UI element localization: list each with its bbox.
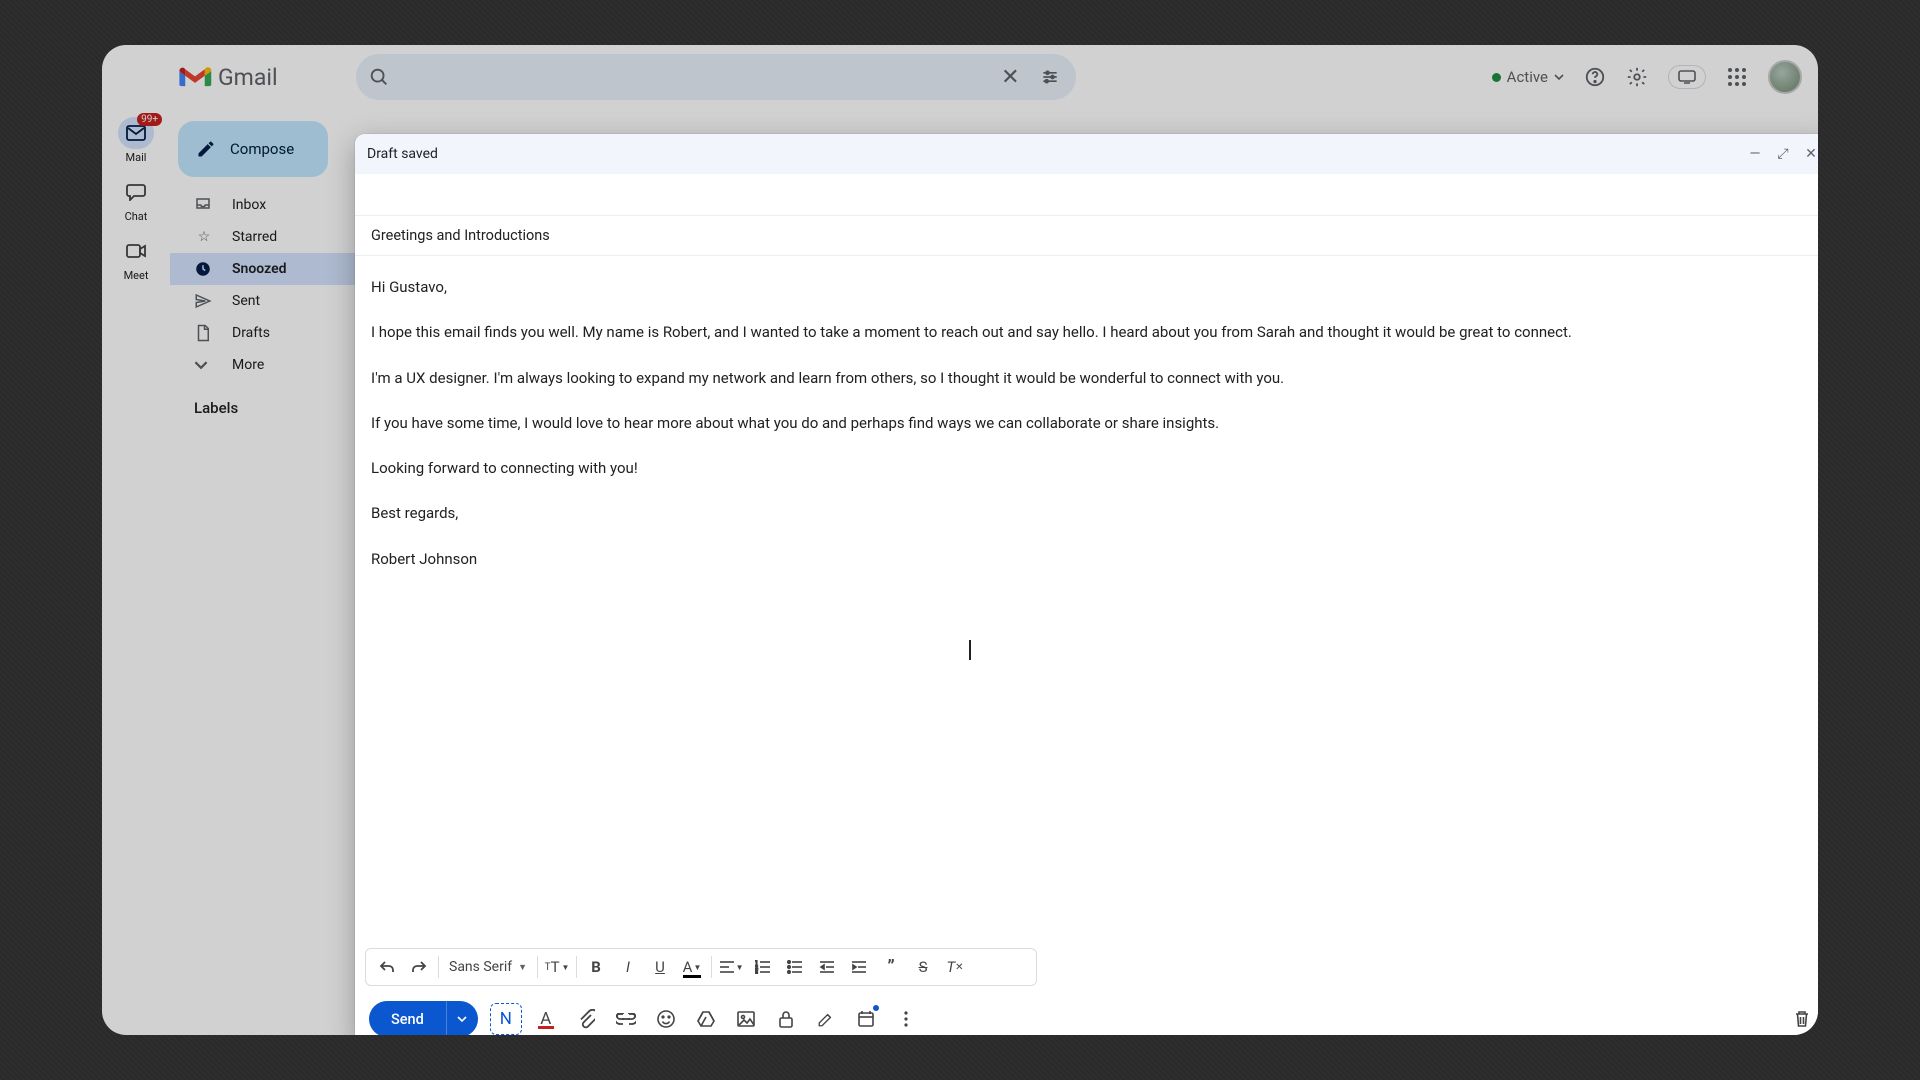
formatting-toolbar: Sans Serif▼ TT▼ B I U A▼ ▼ 123 ” S T✕ [365, 948, 1037, 986]
fullscreen-icon[interactable]: ⤢ [1774, 146, 1792, 162]
text-format-button[interactable]: A [530, 1003, 562, 1035]
text-color-button[interactable]: A▼ [677, 952, 707, 982]
star-icon: ☆ [194, 229, 214, 245]
numbered-list-button[interactable]: 123 [748, 952, 778, 982]
status-chip[interactable]: Active [1492, 68, 1564, 86]
bold-button[interactable]: B [581, 952, 611, 982]
discard-draft-button[interactable] [1786, 1003, 1818, 1035]
compose-subject-field[interactable]: Greetings and Introductions [355, 216, 1818, 256]
insert-signature-button[interactable] [810, 1003, 842, 1035]
minimize-icon[interactable]: — [1746, 146, 1764, 162]
product-name: Gmail [218, 64, 278, 91]
remove-formatting-button[interactable]: T✕ [940, 952, 970, 982]
search-bar[interactable]: ✕ [356, 54, 1076, 100]
font-family-selector[interactable]: Sans Serif▼ [443, 952, 533, 982]
rail-mail[interactable]: 99+ Mail [118, 117, 154, 164]
send-button[interactable]: Send [369, 1001, 446, 1035]
chevron-down-icon [1554, 72, 1564, 82]
text-cursor-icon [969, 640, 971, 660]
insert-emoji-button[interactable] [650, 1003, 682, 1035]
mail-badge: 99+ [137, 113, 162, 126]
clock-icon [194, 260, 214, 278]
gmail-logo[interactable]: Gmail [178, 64, 278, 91]
bulleted-list-button[interactable] [780, 952, 810, 982]
font-size-button[interactable]: TT▼ [542, 952, 572, 982]
underline-button[interactable]: U [645, 952, 675, 982]
apps-grid-icon[interactable] [1726, 66, 1748, 88]
clear-search-icon[interactable]: ✕ [1001, 65, 1019, 90]
chat-icon [126, 183, 146, 201]
compose-title: Draft saved [367, 146, 438, 162]
cast-badge[interactable] [1668, 65, 1706, 89]
indent-less-button[interactable] [812, 952, 842, 982]
spellcheck-button[interactable]: N [490, 1003, 522, 1035]
compose-dialog: Draft saved — ⤢ ✕ Greetings and Introduc… [355, 134, 1818, 1035]
meet-icon [126, 243, 146, 259]
send-options-button[interactable] [446, 1001, 478, 1035]
attach-file-button[interactable] [570, 1003, 602, 1035]
draft-icon [194, 324, 214, 342]
support-icon[interactable] [1584, 66, 1606, 88]
compose-action-bar: Send N A [355, 992, 1818, 1035]
undo-button[interactable] [372, 952, 402, 982]
schedule-button[interactable] [850, 1003, 882, 1035]
gmail-logo-mark [178, 64, 212, 90]
more-options-button[interactable] [890, 1003, 922, 1035]
pencil-icon [196, 139, 216, 159]
svg-text:3: 3 [755, 970, 758, 974]
status-label: Active [1507, 68, 1548, 86]
insert-photo-button[interactable] [730, 1003, 762, 1035]
insert-link-button[interactable] [610, 1003, 642, 1035]
strikethrough-button[interactable]: S [908, 952, 938, 982]
account-avatar[interactable] [1768, 60, 1802, 94]
indent-more-button[interactable] [844, 952, 874, 982]
quote-button[interactable]: ” [876, 952, 906, 982]
rail-meet[interactable]: Meet [118, 235, 154, 282]
compose-button[interactable]: Compose [178, 121, 328, 177]
compose-title-bar[interactable]: Draft saved — ⤢ ✕ [355, 134, 1818, 174]
search-options-icon[interactable] [1040, 67, 1060, 87]
compose-body[interactable]: Hi Gustavo, I hope this email finds you … [355, 256, 1818, 948]
compose-to-field[interactable] [355, 174, 1818, 216]
status-dot-icon [1492, 73, 1501, 82]
insert-drive-button[interactable] [690, 1003, 722, 1035]
mail-icon [126, 125, 146, 141]
confidential-mode-button[interactable] [770, 1003, 802, 1035]
redo-button[interactable] [404, 952, 434, 982]
inbox-icon [194, 196, 214, 214]
italic-button[interactable]: I [613, 952, 643, 982]
search-icon [368, 66, 390, 88]
rail-chat[interactable]: Chat [118, 176, 154, 223]
settings-icon[interactable] [1626, 66, 1648, 88]
close-icon[interactable]: ✕ [1802, 146, 1818, 162]
send-icon [194, 292, 214, 310]
align-button[interactable]: ▼ [716, 952, 746, 982]
chevron-down-icon [194, 358, 214, 372]
